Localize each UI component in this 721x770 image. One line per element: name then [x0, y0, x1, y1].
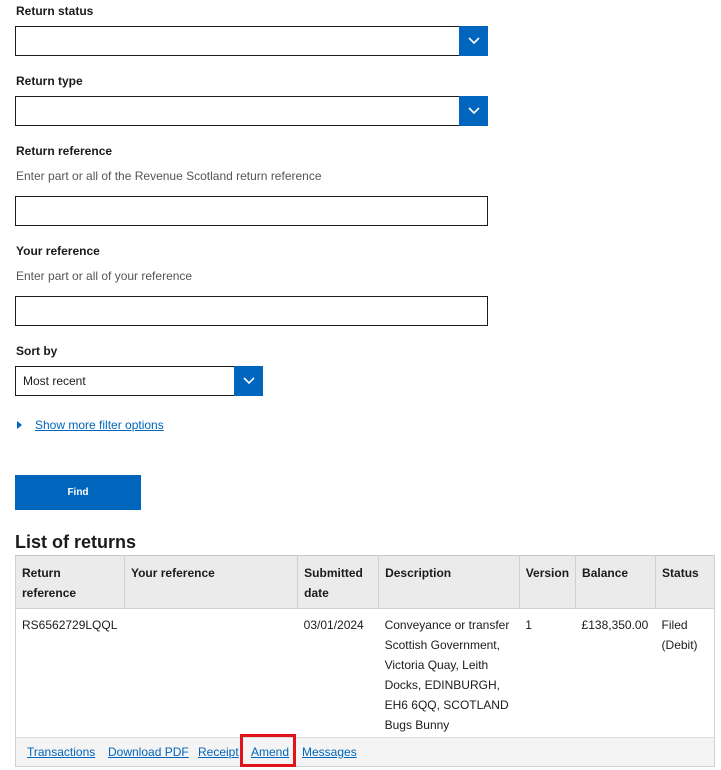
cell-status: Filed (Debit): [655, 608, 715, 739]
table-row: RS6562729LQQL 03/01/2024 Conveyance or t…: [15, 608, 715, 739]
receipt-link[interactable]: Receipt: [198, 745, 239, 759]
cell-balance: £138,350.00: [575, 608, 656, 739]
transactions-link[interactable]: Transactions: [27, 745, 95, 759]
show-more-filters[interactable]: Show more filter options: [17, 418, 164, 432]
column-header-submitted-date: Submitted date: [297, 555, 380, 609]
return-type-label: Return type: [16, 74, 83, 88]
return-status-label: Return status: [16, 4, 94, 18]
your-reference-hint: Enter part or all of your reference: [16, 269, 193, 283]
chevron-down-icon[interactable]: [234, 366, 263, 396]
return-type-select[interactable]: [15, 96, 488, 126]
description-line: Docks, EDINBURGH,: [384, 678, 500, 692]
chevron-down-icon[interactable]: [459, 26, 488, 56]
cell-version: 1: [519, 608, 576, 739]
status-line: (Debit): [661, 638, 698, 652]
description-line: EH6 6QQ, SCOTLAND: [384, 698, 509, 712]
sort-by-label: Sort by: [16, 344, 58, 358]
column-header-return-reference: Return reference: [15, 555, 125, 609]
cell-return-reference: RS6562729LQQL: [15, 608, 125, 739]
description-line: Scottish Government,: [384, 638, 500, 652]
show-more-filters-link[interactable]: Show more filter options: [35, 418, 164, 432]
column-header-version: Version: [518, 555, 577, 609]
table-header-row: Return reference Your reference Submitte…: [15, 555, 715, 609]
cell-your-reference: [124, 608, 298, 739]
description-line: Bugs Bunny: [384, 718, 450, 732]
status-line: Filed: [661, 618, 688, 632]
messages-link[interactable]: Messages: [302, 745, 357, 759]
your-reference-input[interactable]: [15, 296, 488, 326]
chevron-down-icon[interactable]: [459, 96, 488, 126]
column-header-description: Description: [378, 555, 520, 609]
return-reference-input[interactable]: [15, 196, 488, 226]
download-pdf-link[interactable]: Download PDF: [108, 745, 189, 759]
column-header-status: Status: [655, 555, 715, 609]
row-actions: Transactions Download PDF Receipt Amend …: [15, 737, 715, 767]
return-reference-label: Return reference: [16, 144, 113, 158]
return-reference-hint: Enter part or all of the Revenue Scotlan…: [16, 169, 322, 183]
your-reference-label: Your reference: [16, 244, 100, 258]
triangle-right-icon: [17, 421, 22, 429]
description-line: Conveyance or transfer: [384, 618, 510, 632]
column-header-your-reference: Your reference: [123, 555, 299, 609]
find-button[interactable]: Find: [15, 475, 141, 510]
amend-link[interactable]: Amend: [251, 745, 289, 759]
cell-submitted-date: 03/01/2024: [297, 608, 379, 739]
column-header-balance: Balance: [575, 555, 657, 609]
returns-table: Return reference Your reference Submitte…: [15, 555, 715, 739]
list-of-returns-title: List of returns: [15, 532, 137, 552]
sort-by-value: Most recent: [23, 374, 86, 388]
return-status-select[interactable]: [15, 26, 488, 56]
sort-by-select[interactable]: Most recent: [15, 366, 263, 396]
description-line: Victoria Quay, Leith: [384, 658, 489, 672]
cell-description: Conveyance or transfer Scottish Governme…: [378, 608, 520, 739]
